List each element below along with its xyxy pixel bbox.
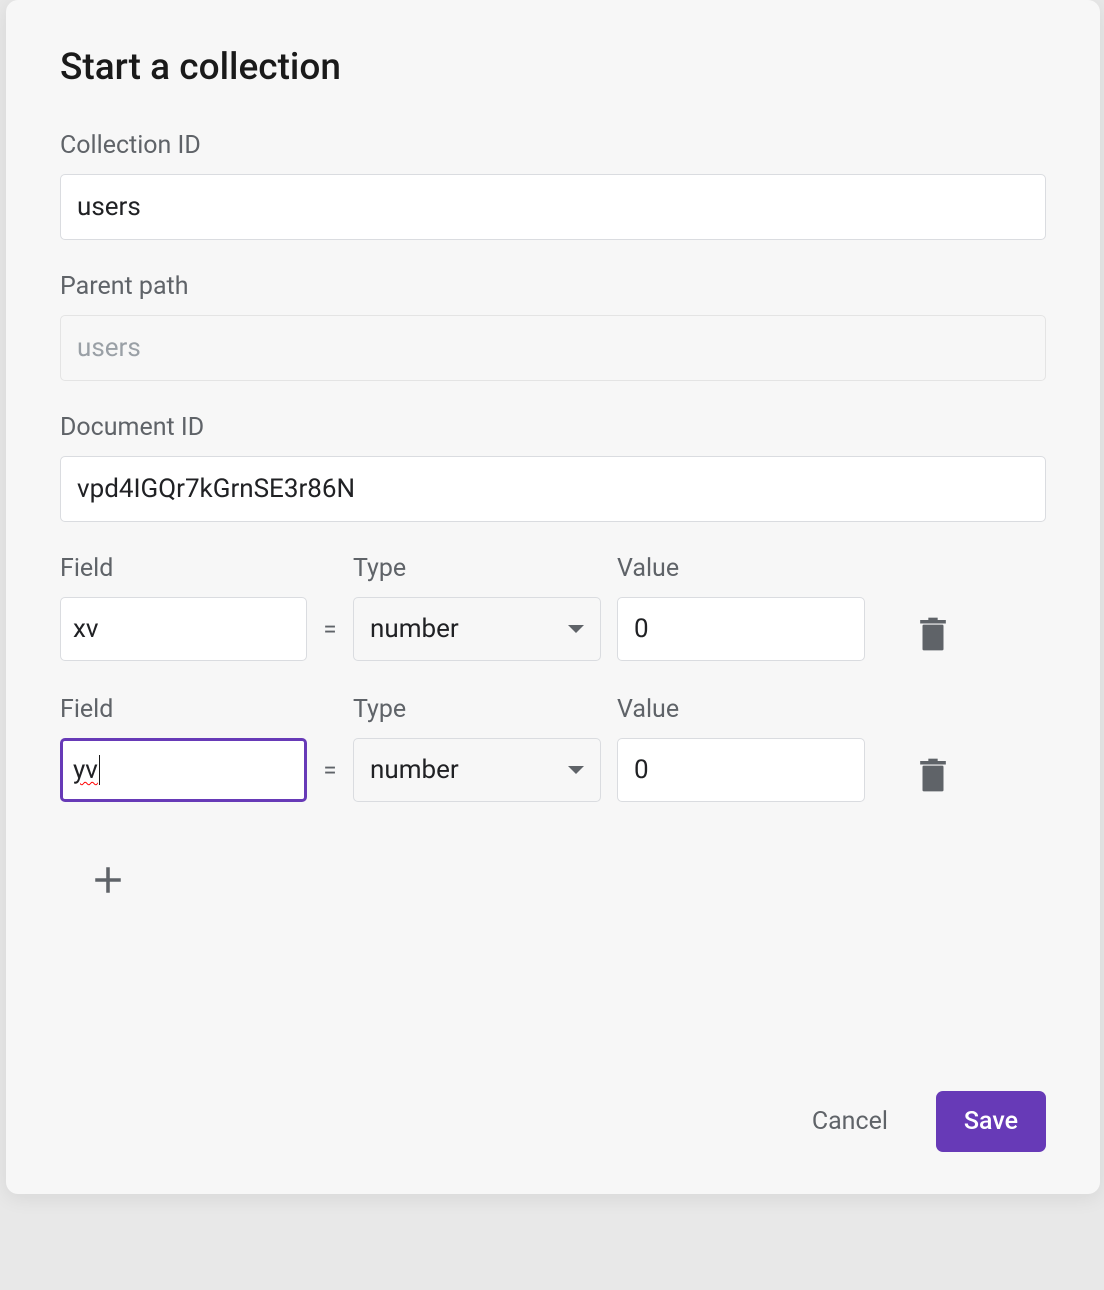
field-value-label: Value (617, 554, 865, 583)
text-caret (99, 755, 100, 785)
field-name-label: Field (60, 695, 307, 724)
chevron-down-icon (568, 625, 584, 633)
field-type-value: number (370, 755, 459, 785)
field-value-input[interactable] (617, 597, 865, 661)
parent-path-input (60, 315, 1046, 381)
cancel-button[interactable]: Cancel (806, 1097, 894, 1146)
delete-field-button[interactable] (913, 614, 953, 654)
collection-id-label: Collection ID (60, 131, 1046, 160)
field-type-value: number (370, 614, 459, 644)
dialog-title: Start a collection (60, 46, 1046, 89)
field-type-label: Type (353, 554, 601, 583)
parent-path-group: Parent path (60, 272, 1046, 381)
field-type-label: Type (353, 695, 601, 724)
field-name-input[interactable] (60, 597, 307, 661)
field-name-label: Field (60, 554, 307, 583)
fields-section: Field Type Value = number (60, 554, 1046, 900)
collection-id-input[interactable] (60, 174, 1046, 240)
start-collection-dialog: Start a collection Collection ID Parent … (6, 0, 1100, 1194)
trash-icon (919, 617, 947, 651)
field-value-label: Value (617, 695, 865, 724)
chevron-down-icon (568, 766, 584, 774)
parent-path-label: Parent path (60, 272, 1046, 301)
add-field-button[interactable] (88, 860, 128, 900)
collection-id-group: Collection ID (60, 131, 1046, 240)
document-id-group: Document ID (60, 413, 1046, 522)
field-name-text: yv (73, 755, 98, 785)
delete-field-button[interactable] (913, 755, 953, 795)
field-input-row: = number (60, 597, 1046, 661)
save-button[interactable]: Save (936, 1091, 1046, 1152)
equals-sign: = (307, 756, 353, 784)
field-type-select[interactable]: number (353, 738, 601, 802)
document-id-input[interactable] (60, 456, 1046, 522)
field-header-row: Field Type Value (60, 695, 1046, 724)
dialog-actions: Cancel Save (806, 1091, 1046, 1152)
document-id-label: Document ID (60, 413, 1046, 442)
field-value-input[interactable] (617, 738, 865, 802)
field-header-row: Field Type Value (60, 554, 1046, 583)
plus-icon (91, 863, 125, 897)
trash-icon (919, 758, 947, 792)
field-name-input[interactable]: yv (60, 738, 307, 802)
field-row: Field Type Value = number (60, 554, 1046, 661)
equals-sign: = (307, 615, 353, 643)
field-type-select[interactable]: number (353, 597, 601, 661)
field-input-row: yv = number (60, 738, 1046, 802)
field-row: Field Type Value yv = number (60, 695, 1046, 802)
